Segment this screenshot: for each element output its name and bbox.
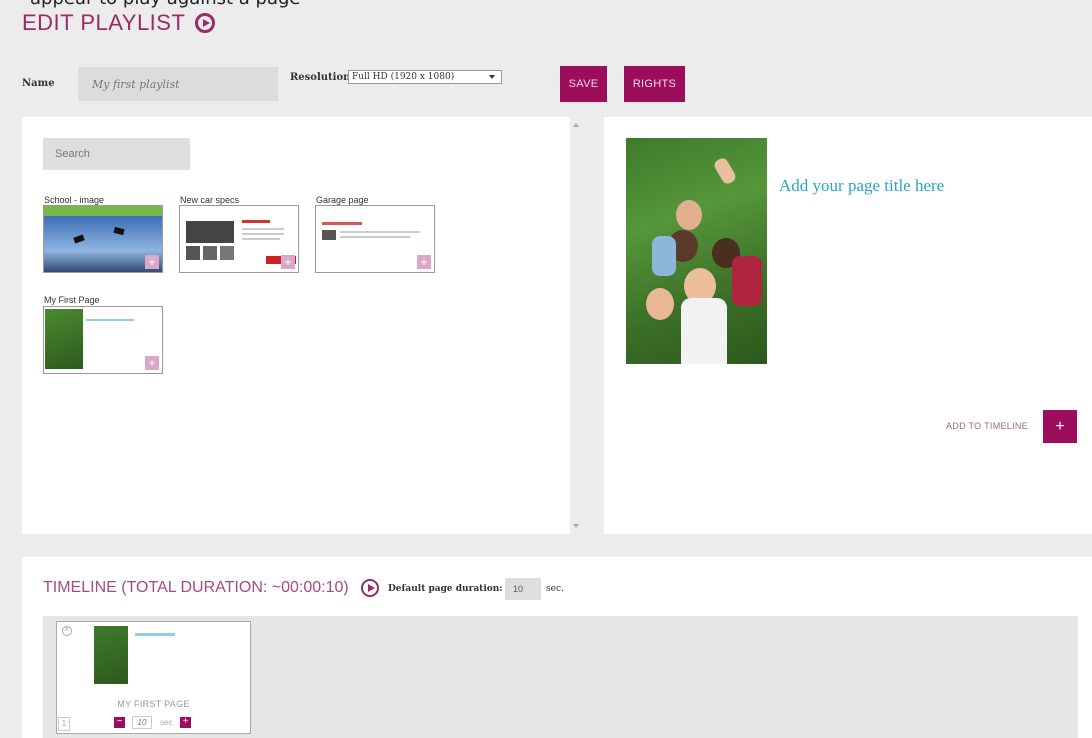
person-face — [646, 288, 674, 320]
thumb-header-bar — [44, 206, 162, 216]
timeline-thumb-title-line — [135, 633, 175, 636]
car-thumb — [220, 246, 234, 260]
decrease-duration-button[interactable]: − — [114, 717, 125, 728]
timeline-title-text: TIMELINE (TOTAL DURATION: ~00:00:10) — [43, 579, 349, 596]
timeline-title: TIMELINE (TOTAL DURATION: ~00:00:10) — [43, 579, 379, 597]
play-preview-icon[interactable] — [195, 13, 216, 33]
scroll-down-icon[interactable] — [573, 524, 579, 528]
garage-title-line — [322, 222, 362, 225]
chevron-down-icon — [489, 75, 495, 79]
add-to-timeline-label[interactable]: ADD TO TIMELINE — [946, 421, 1028, 431]
page-title: EDIT PLAYLIST — [22, 10, 216, 36]
spec-text-line — [242, 228, 284, 230]
remove-item-icon[interactable] — [62, 624, 72, 636]
spec-text-line — [242, 238, 280, 240]
group-photo-thumb — [45, 309, 83, 369]
spec-text-line — [242, 233, 284, 235]
add-page-icon[interactable]: + — [417, 255, 431, 269]
caption-fragment: appear to play against a page — [30, 0, 590, 8]
person-face — [676, 200, 702, 230]
default-duration-unit: sec. — [546, 584, 564, 594]
library-item-new-car-specs[interactable]: + — [179, 205, 299, 273]
timeline-item-name: MY FIRST PAGE — [117, 699, 190, 709]
timeline-item-index: 1 — [58, 717, 70, 731]
plus-icon: + — [1055, 417, 1065, 435]
search-input[interactable]: Search — [43, 138, 190, 170]
timeline-item[interactable] — [56, 621, 251, 734]
default-duration-label: Default page duration: — [388, 584, 503, 594]
library-item-school-image[interactable]: + — [43, 205, 163, 273]
library-item-label: My First Page — [44, 295, 100, 305]
page-title-text: EDIT PLAYLIST — [22, 10, 186, 35]
car-thumb — [186, 246, 200, 260]
garage-image — [322, 230, 336, 240]
scroll-up-icon[interactable] — [573, 123, 579, 127]
save-button[interactable]: SAVE — [560, 66, 607, 102]
library-item-garage-page[interactable]: + — [315, 205, 435, 273]
red-shirt — [732, 256, 762, 306]
car-thumb — [203, 246, 217, 260]
garage-text-line — [340, 231, 420, 233]
library-item-label: Garage page — [316, 195, 369, 205]
resolution-select[interactable]: Full HD (1920 x 1080) — [348, 70, 502, 84]
timeline-item-thumbnail — [94, 626, 128, 684]
library-item-my-first-page[interactable]: + — [43, 306, 163, 374]
add-to-timeline-button[interactable]: + — [1043, 410, 1077, 443]
library-item-label: School - image — [44, 195, 105, 205]
resolution-label: Resolution — [290, 72, 351, 83]
library-scrollbar[interactable] — [570, 117, 582, 534]
group-photo — [626, 138, 767, 364]
garage-text-line — [340, 236, 410, 238]
item-duration-input[interactable]: 10 — [132, 716, 152, 729]
raised-hand — [712, 156, 738, 186]
spec-title-line — [242, 220, 270, 223]
add-page-icon[interactable]: + — [145, 356, 159, 370]
add-page-icon[interactable]: + — [145, 255, 159, 269]
default-duration-input[interactable]: 10 — [505, 578, 541, 600]
white-shirt — [681, 298, 727, 364]
library-item-label: New car specs — [180, 195, 240, 205]
preview-page-title: Add your page title here — [779, 176, 945, 195]
name-label: Name — [22, 78, 55, 89]
car-image — [186, 221, 234, 243]
rights-button[interactable]: RIGHTS — [624, 66, 685, 102]
resolution-value: Full HD (1920 x 1080) — [352, 72, 455, 82]
blue-shirt — [652, 236, 676, 276]
increase-duration-button[interactable]: + — [180, 717, 191, 728]
add-page-icon[interactable]: + — [281, 255, 295, 269]
playlist-name-input[interactable]: My first playlist — [78, 67, 278, 101]
play-timeline-icon[interactable] — [360, 579, 379, 597]
item-duration-unit: sec — [160, 718, 173, 727]
title-line — [86, 319, 134, 321]
